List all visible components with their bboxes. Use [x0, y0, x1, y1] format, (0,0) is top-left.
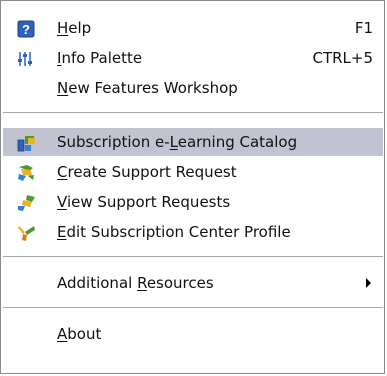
menu-item-label: New Features Workshop — [57, 79, 238, 97]
menu-item-label: Create Support Request — [57, 163, 237, 181]
menu-item-edit-subscription-profile[interactable]: Edit Subscription Center Profile — [3, 218, 383, 246]
menu-item-about[interactable]: About — [3, 320, 383, 348]
shortcut-label: CTRL+5 — [312, 49, 373, 67]
menu-item-label: Subscription e-Learning Catalog — [57, 133, 298, 151]
info-palette-icon — [17, 49, 35, 67]
elearning-catalog-icon — [17, 133, 35, 152]
menu-item-label: Edit Subscription Center Profile — [57, 223, 291, 241]
menu-item-view-support-requests[interactable]: View Support Requests — [3, 188, 383, 216]
menu-item-help[interactable]: ? Help F1 — [3, 14, 383, 42]
menu-separator — [3, 307, 383, 309]
menu-item-elearning-catalog[interactable]: Subscription e-Learning Catalog — [3, 128, 383, 156]
menu-item-label: View Support Requests — [57, 193, 231, 211]
menu-separator — [3, 112, 383, 114]
menu-item-additional-resources[interactable]: Additional Resources — [3, 269, 383, 297]
menu-item-new-features-workshop[interactable]: New Features Workshop — [3, 74, 383, 102]
help-menu: ? Help F1 Info Palette CTRL+5 New Featur… — [0, 0, 385, 374]
svg-text:?: ? — [22, 22, 30, 37]
menu-item-label: Info Palette — [57, 49, 143, 67]
menu-separator — [3, 256, 383, 258]
create-support-request-icon — [17, 163, 35, 181]
help-icon: ? — [17, 19, 35, 38]
view-support-requests-icon — [17, 193, 35, 211]
shortcut-label: F1 — [354, 19, 373, 37]
menu-item-label: Help — [57, 19, 92, 37]
submenu-arrow-icon — [366, 278, 371, 288]
menu-item-label: Additional Resources — [57, 274, 214, 292]
edit-profile-icon — [17, 223, 35, 241]
menu-item-create-support-request[interactable]: Create Support Request — [3, 158, 383, 186]
menu-item-info-palette[interactable]: Info Palette CTRL+5 — [3, 44, 383, 72]
menu-item-label: About — [57, 325, 102, 343]
